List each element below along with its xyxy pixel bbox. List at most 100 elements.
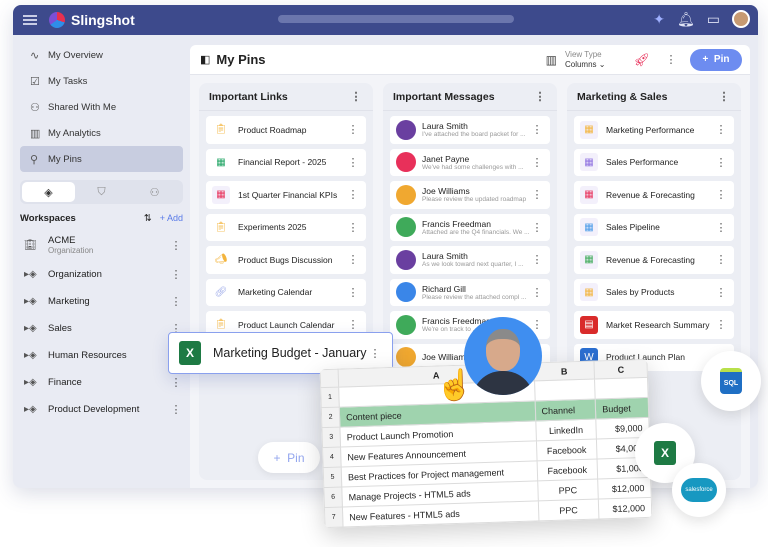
ghost-pin-button[interactable]: + Pin [258, 442, 320, 473]
tab-bookmarks[interactable]: ⛉ [75, 182, 128, 202]
pin-label: Experiments 2025 [238, 222, 307, 233]
nav-my-pins[interactable]: ⚲ My Pins [20, 146, 183, 172]
columns-view-icon[interactable]: ▥ [546, 53, 557, 67]
layers-icon: ▸◈ [24, 323, 37, 334]
more-icon[interactable]: ⋮ [717, 90, 731, 103]
more-icon[interactable]: ⋮ [368, 347, 382, 360]
workspace-org-acme[interactable]: 🏢︎ ACME Organization ⋮ [20, 229, 183, 261]
toolbar: ◧ My Pins ▥ View Type Columns ⌄ 🚀︎ ⋮ + Pi… [190, 45, 750, 75]
nav-my-tasks[interactable]: ☑ My Tasks [20, 68, 183, 94]
more-icon[interactable]: ⋮ [714, 253, 728, 266]
more-icon[interactable]: ⋮ [349, 90, 363, 103]
hand-cursor-icon: ☝ [436, 369, 474, 402]
message-item[interactable]: Janet Payne We've had some challenges wit… [390, 148, 550, 176]
sidebar-segment-tabs: ◈ ⛉ ⚇ [20, 180, 183, 204]
add-workspace-button[interactable]: + Add [160, 213, 183, 223]
view-type-select[interactable]: View Type Columns ⌄ [565, 50, 606, 70]
pin-item[interactable]: ▦ Financial Report - 2025 ⋮ [206, 148, 366, 176]
message-item[interactable]: Francis Freedman Attached are the Q4 fina… [390, 213, 550, 241]
view-type-value: Columns [564, 59, 597, 69]
more-icon[interactable]: ⋮ [530, 253, 544, 266]
rocket-icon[interactable]: 🚀︎ [633, 52, 650, 68]
pin-item[interactable]: 📣︎ Product Bugs Discussion ⋮ [206, 246, 366, 274]
more-icon[interactable]: ⋮ [714, 188, 728, 201]
more-icon[interactable]: ⋮ [346, 253, 360, 266]
more-icon[interactable]: ⋮ [169, 295, 183, 308]
workspace-item[interactable]: ▸◈ Product Development ⋮ [20, 396, 183, 423]
sheet-cell: PPC [537, 498, 600, 521]
more-icon[interactable]: ⋮ [346, 318, 360, 331]
pin-item[interactable]: ▦ Sales Performance ⋮ [574, 148, 734, 176]
pin-item[interactable]: ▦ 1st Quarter Financial KPIs ⋮ [206, 181, 366, 209]
workspaces-title: Workspaces [20, 212, 76, 224]
more-icon[interactable]: ⋮ [169, 239, 183, 252]
more-icon[interactable]: ⋮ [346, 188, 360, 201]
row-number: 4 [322, 447, 342, 468]
sender-name: Richard Gill [422, 283, 466, 294]
nav-label: My Analytics [48, 127, 101, 139]
pin-label: Revenue & Forecasting [606, 189, 695, 200]
avatar [396, 119, 416, 140]
panel-toggle-icon[interactable]: ◧ [200, 53, 210, 66]
bar-chart-icon: ▥ [30, 127, 41, 140]
pin-item[interactable]: ▦ Sales Pipeline ⋮ [574, 213, 734, 241]
more-icon[interactable]: ⋮ [714, 286, 728, 299]
pin-item[interactable]: 🔗︎ Marketing Calendar ⋮ [206, 278, 366, 306]
more-icon[interactable]: ⋮ [530, 156, 544, 169]
menu-icon[interactable] [23, 15, 37, 25]
column-title: Important Links [209, 90, 288, 103]
pin-item[interactable]: 📋︎ Experiments 2025 ⋮ [206, 213, 366, 241]
more-icon[interactable]: ⋮ [664, 53, 678, 66]
bookmark-icon: ⛉ [97, 185, 106, 198]
pin-item[interactable]: ▦ Sales by Products ⋮ [574, 278, 734, 306]
megaphone-icon: 📣︎ [214, 254, 228, 266]
bell-icon[interactable]: 🔔︎ [677, 11, 695, 28]
sidebar: ∿ My Overview ☑ My Tasks ⚇ Shared With Me ▥… [13, 35, 190, 488]
workspace-item[interactable]: ▸◈ Finance ⋮ [20, 369, 183, 396]
nav-my-analytics[interactable]: ▥ My Analytics [20, 120, 183, 146]
top-header: Slingshot ✦ 🔔︎ ▭ [13, 5, 758, 35]
workspace-item[interactable]: ▸◈Human Resources⋮ [20, 342, 183, 369]
more-icon[interactable]: ⋮ [714, 156, 728, 169]
nav-my-overview[interactable]: ∿ My Overview [20, 42, 183, 68]
more-icon[interactable]: ⋮ [530, 123, 544, 136]
more-icon[interactable]: ⋮ [714, 318, 728, 331]
workspace-item[interactable]: ▸◈ Marketing ⋮ [20, 288, 183, 315]
sparkle-icon[interactable]: ✦ [653, 11, 665, 28]
tab-workspaces[interactable]: ◈ [22, 182, 75, 202]
user-avatar[interactable] [732, 10, 750, 28]
more-icon[interactable]: ⋮ [346, 123, 360, 136]
more-icon[interactable]: ⋮ [169, 403, 183, 416]
chat-icon[interactable]: ▭ [707, 11, 720, 28]
pin-item[interactable]: ▦ Revenue & Forecasting ⋮ [574, 246, 734, 274]
add-pin-button[interactable]: + Pin [690, 48, 742, 71]
pin-item[interactable]: ▤ Market Research Summary ⋮ [574, 311, 734, 339]
pin-item[interactable]: ▦ Revenue & Forecasting ⋮ [574, 181, 734, 209]
sort-icon[interactable]: ⇅ [144, 213, 152, 224]
search-bar[interactable] [278, 15, 514, 23]
nav-shared-with-me[interactable]: ⚇ Shared With Me [20, 94, 183, 120]
message-preview: I've attached the board packet for ... [422, 131, 526, 139]
message-item[interactable]: Richard Gill Please review the attached c… [390, 278, 550, 306]
more-icon[interactable]: ⋮ [346, 286, 360, 299]
sheet-cell: Budget [595, 397, 649, 420]
message-item[interactable]: Joe Williams Please review the updated ro… [390, 181, 550, 209]
more-icon[interactable]: ⋮ [533, 90, 547, 103]
more-icon[interactable]: ⋮ [530, 221, 544, 234]
workspace-item[interactable]: ▸◈ Organization ⋮ [20, 261, 183, 288]
column-title: Important Messages [393, 90, 495, 103]
tab-people[interactable]: ⚇ [128, 182, 181, 202]
message-item[interactable]: Laura Smith I've attached the board packe… [390, 116, 550, 144]
pin-item[interactable]: 📋︎ Product Roadmap ⋮ [206, 116, 366, 144]
more-icon[interactable]: ⋮ [346, 221, 360, 234]
more-icon[interactable]: ⋮ [169, 376, 183, 389]
more-icon[interactable]: ⋮ [714, 221, 728, 234]
more-icon[interactable]: ⋮ [530, 188, 544, 201]
more-icon[interactable]: ⋮ [346, 156, 360, 169]
more-icon[interactable]: ⋮ [169, 268, 183, 281]
more-icon[interactable]: ⋮ [714, 123, 728, 136]
pin-item[interactable]: ▦ Marketing Performance ⋮ [574, 116, 734, 144]
workspace-item[interactable]: ▸◈ Sales ⋮ [20, 315, 183, 342]
more-icon[interactable]: ⋮ [530, 286, 544, 299]
message-item[interactable]: Laura Smith As we look toward next quarte… [390, 246, 550, 274]
